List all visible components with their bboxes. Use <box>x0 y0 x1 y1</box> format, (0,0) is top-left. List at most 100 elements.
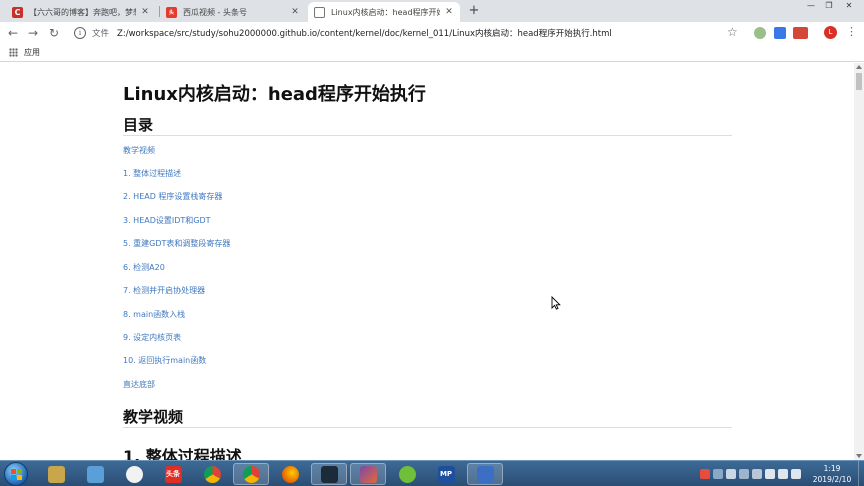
apps-bookmark[interactable]: 应用 <box>24 47 40 58</box>
toc-link-3[interactable]: 3. HEAD设置IDT和GDT <box>123 215 211 226</box>
scroll-thumb[interactable] <box>856 73 862 90</box>
visio-app-icon <box>476 465 494 483</box>
tray-app-icon[interactable] <box>713 469 723 479</box>
reload-icon: ↻ <box>48 26 60 40</box>
section-heading-video: 教学视频 <box>123 408 184 426</box>
taskbar-leaf-app[interactable] <box>389 463 425 485</box>
address-bar[interactable]: i 文件 Z:/workspace/src/study/sohu2000000.… <box>68 24 744 42</box>
taskbar-computer[interactable] <box>77 463 113 485</box>
tab-csdn-blog[interactable]: C 【六六哥的博客】奔跑吧，梦想 ✕ <box>6 2 156 22</box>
toc-heading: 目录 <box>123 116 154 134</box>
tab-title: Linux内核启动：head程序开始执 <box>331 7 440 17</box>
tab-title: 【六六哥的博客】奔跑吧，梦想 <box>29 7 136 17</box>
tab-title: 西瓜视频 - 头条号 <box>183 7 247 17</box>
tab-linux-kernel[interactable]: Linux内核启动：head程序开始执 ✕ <box>308 2 460 22</box>
extension-icon[interactable] <box>754 27 766 39</box>
csdn-icon: C <box>12 6 23 18</box>
flower-app-icon <box>125 465 143 483</box>
toc-link-video[interactable]: 教学视频 <box>123 145 155 156</box>
tray-app-icon[interactable] <box>726 469 736 479</box>
minimize-button[interactable]: — <box>802 0 820 12</box>
network-icon[interactable] <box>765 469 775 479</box>
arrow-left-icon: ← <box>7 26 19 40</box>
toc-link-10[interactable]: 10. 返回执行main函数 <box>123 355 206 366</box>
tab-xigua-video[interactable]: 头 西瓜视频 - 头条号 ✕ <box>160 2 306 22</box>
section-heading-1: 1. 整体过程描述 <box>123 447 242 460</box>
divider <box>123 427 732 428</box>
tab-close-icon[interactable]: ✕ <box>290 7 300 17</box>
scroll-down-arrow-icon[interactable] <box>856 454 862 458</box>
apps-grid-icon[interactable] <box>9 48 18 57</box>
forward-button[interactable]: → <box>25 25 41 41</box>
photo-editor-icon <box>359 465 377 483</box>
toc-link-1[interactable]: 1. 整体过程描述 <box>123 168 181 179</box>
toc-link-7[interactable]: 7. 检测并开启协处理器 <box>123 285 205 296</box>
taskbar-chrome-active[interactable] <box>233 463 269 485</box>
scroll-up-arrow-icon[interactable] <box>856 65 862 69</box>
tab-strip: C 【六六哥的博客】奔跑吧，梦想 ✕ 头 西瓜视频 - 头条号 ✕ Linux内… <box>0 0 864 22</box>
volume-icon[interactable] <box>778 469 788 479</box>
bookmark-star-icon[interactable]: ☆ <box>727 25 738 39</box>
taskbar-explorer[interactable] <box>38 463 74 485</box>
vertical-scrollbar[interactable] <box>854 63 864 460</box>
taskbar-flower-app[interactable] <box>116 463 152 485</box>
toutiao-icon: 头 <box>166 6 177 18</box>
taskbar-mp-app[interactable]: MP <box>428 463 464 485</box>
scheme-label: 文件 <box>92 29 110 39</box>
system-tray <box>700 465 801 483</box>
arrow-right-icon: → <box>27 26 39 40</box>
taskbar-toutiao[interactable]: 头条 <box>155 463 191 485</box>
ime-icon[interactable] <box>700 469 710 479</box>
mouse-cursor-icon <box>551 296 561 310</box>
toc-link-9[interactable]: 9. 设定内核页表 <box>123 332 181 343</box>
computer-icon <box>86 465 104 483</box>
explorer-icon <box>47 465 65 483</box>
taskbar-reader[interactable] <box>311 463 347 485</box>
leaf-app-icon <box>398 465 416 483</box>
windows-logo-icon <box>11 469 23 481</box>
chrome-alt-icon <box>242 465 260 483</box>
flag-icon[interactable] <box>791 469 801 479</box>
system-clock[interactable]: 1:19 2019/2/10 <box>808 463 856 485</box>
clock-time: 1:19 <box>823 464 841 473</box>
tab-close-icon[interactable]: ✕ <box>444 7 454 17</box>
show-desktop-button[interactable] <box>858 461 864 486</box>
firefox-icon <box>281 465 299 483</box>
toc-link-bottom[interactable]: 直达底部 <box>123 379 155 390</box>
toc-link-2[interactable]: 2. HEAD 程序设置栈寄存器 <box>123 191 222 202</box>
mail-extension-icon[interactable] <box>793 27 808 39</box>
translate-icon[interactable] <box>774 27 786 39</box>
windows-taskbar: 头条 MP 1:19 2019/2/10 <box>0 460 864 486</box>
taskbar-firefox[interactable] <box>272 463 308 485</box>
new-tab-button[interactable]: + <box>466 2 482 20</box>
tray-app-icon[interactable] <box>752 469 762 479</box>
restore-button[interactable]: ❐ <box>820 0 838 12</box>
page-viewport: Linux内核启动：head程序开始执行 目录 教学视频 1. 整体过程描述 2… <box>0 63 854 460</box>
toutiao-app-icon: 头条 <box>164 465 182 483</box>
tray-app-icon[interactable] <box>739 469 749 479</box>
toc-link-8[interactable]: 8. main函数入栈 <box>123 309 185 320</box>
back-button[interactable]: ← <box>5 25 21 41</box>
toc-link-6[interactable]: 6. 检测A20 <box>123 262 165 273</box>
close-window-button[interactable]: ✕ <box>840 0 858 12</box>
info-icon[interactable]: i <box>74 27 86 39</box>
url-text[interactable]: Z:/workspace/src/study/sohu2000000.githu… <box>117 27 612 39</box>
clock-date: 2019/2/10 <box>812 475 852 484</box>
menu-icon[interactable]: ⋮ <box>846 25 857 38</box>
page-title: Linux内核启动：head程序开始执行 <box>123 84 426 105</box>
taskbar-visio-app[interactable] <box>467 463 503 485</box>
taskbar-chrome[interactable] <box>194 463 230 485</box>
tab-close-icon[interactable]: ✕ <box>140 7 150 17</box>
mp-app-icon: MP <box>437 465 455 483</box>
reload-button[interactable]: ↻ <box>46 25 62 41</box>
toc-link-5[interactable]: 5. 重建GDT表和调整段寄存器 <box>123 238 230 249</box>
document-icon <box>314 6 325 18</box>
browser-toolbar: ← → ↻ i 文件 Z:/workspace/src/study/sohu20… <box>0 22 864 44</box>
reader-icon <box>320 465 338 483</box>
bookmarks-bar: 应用 <box>0 44 864 62</box>
chrome-icon <box>203 465 221 483</box>
taskbar-photo-editor[interactable] <box>350 463 386 485</box>
profile-avatar[interactable]: L <box>824 26 837 39</box>
start-button[interactable] <box>4 462 28 486</box>
divider <box>123 135 732 136</box>
